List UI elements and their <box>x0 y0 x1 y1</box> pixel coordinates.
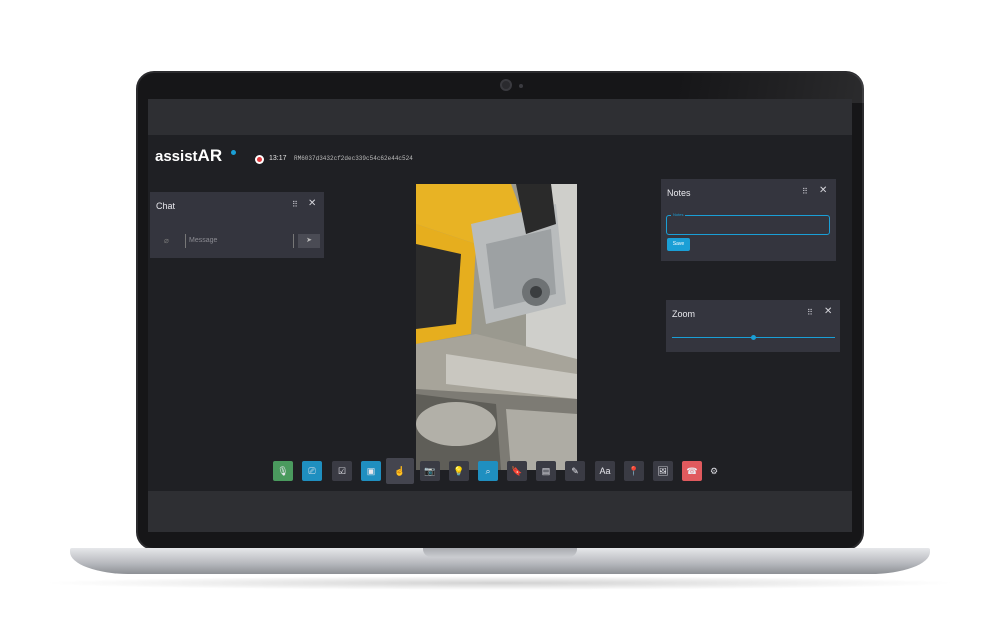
logo-accent-dot <box>231 150 236 155</box>
image-icon: 🖼 <box>657 466 669 476</box>
zoom-title: Zoom <box>672 309 696 319</box>
close-icon[interactable]: ✕ <box>308 198 316 209</box>
notes-title: Notes <box>667 188 691 198</box>
camera-icon: 📷 <box>424 466 436 476</box>
recording-icon <box>255 155 264 164</box>
bookmark-icon: 🔖 <box>511 466 523 476</box>
drag-handle-icon[interactable]: ⠿ <box>292 200 298 209</box>
zoom-panel: Zoom ⠿ ✕ <box>666 300 840 352</box>
pencil-button[interactable]: ✎ <box>565 461 585 481</box>
hang-up-button[interactable]: ☎ <box>682 461 702 481</box>
text-size-button[interactable]: Aa <box>595 461 615 481</box>
divider <box>185 234 186 248</box>
settings-icon[interactable]: ⚙ <box>710 466 718 477</box>
webcam <box>500 79 512 91</box>
drag-handle-icon[interactable]: ⠿ <box>807 308 813 317</box>
send-button[interactable]: ➤ <box>298 234 320 248</box>
text-size-icon: Aa <box>599 466 611 476</box>
assistar-logo: assistAR <box>155 146 222 166</box>
webcam-light <box>519 84 523 88</box>
zoom-slider-thumb[interactable] <box>751 335 756 340</box>
call-toolbar: 🎙 ⎚ ☑ ▣ ☝ 📷 💡 ⌕ 🔖 ▤ ✎ Aa 📍 🖼 ☎ ⚙ <box>148 458 852 484</box>
location-pin-button[interactable]: 📍 <box>624 461 644 481</box>
save-icon: ▣ <box>366 466 376 476</box>
camera-button[interactable]: 📷 <box>420 461 440 481</box>
message-input[interactable]: Message <box>189 237 217 244</box>
share-screen-button[interactable]: ⎚ <box>302 461 322 481</box>
location-pin-icon: 📍 <box>628 466 640 476</box>
notes-field-label: Notes <box>671 212 686 217</box>
image-button[interactable]: 🖼 <box>653 461 673 481</box>
laptop-shadow <box>40 576 960 590</box>
flashlight-button[interactable]: 💡 <box>449 461 469 481</box>
call-timer: 13:17 <box>269 155 287 162</box>
drag-handle-icon[interactable]: ⠿ <box>802 187 808 196</box>
flashlight-icon: 💡 <box>453 466 465 476</box>
chat-panel: Chat ⠿ ✕ ⌀ Message ➤ <box>150 192 324 258</box>
bookmark-button[interactable]: 🔖 <box>507 461 527 481</box>
hand-pointer-button[interactable]: ☝ <box>386 458 414 484</box>
zoom-icon: ⌕ <box>485 466 491 476</box>
assistar-app: assistAR 13:17 RM6037d3432cf2dec339c54c6… <box>148 135 852 491</box>
microphone-icon: 🎙 <box>277 466 289 476</box>
close-icon[interactable]: ✕ <box>824 306 832 317</box>
session-id: RM6037d3432cf2dec339c54c62e44c524 <box>294 155 413 162</box>
zoom-slider[interactable] <box>672 335 835 340</box>
paperclip-icon[interactable]: ⌀ <box>164 236 169 245</box>
zoom-button[interactable]: ⌕ <box>478 461 498 481</box>
close-icon[interactable]: ✕ <box>819 185 827 196</box>
pencil-icon: ✎ <box>571 466 579 476</box>
notes-field[interactable]: Notes <box>666 212 830 235</box>
laptop-screen: assistAR 13:17 RM6037d3432cf2dec339c54c6… <box>148 99 852 532</box>
save-button[interactable]: Save <box>667 238 690 251</box>
hang-up-icon: ☎ <box>686 466 698 476</box>
document-icon: ▤ <box>541 466 551 476</box>
send-icon: ➤ <box>306 237 312 244</box>
live-video-feed[interactable] <box>416 184 577 470</box>
chat-input-row: ⌀ Message ➤ <box>156 234 320 248</box>
logo-text-main: assist <box>155 148 198 165</box>
document-button[interactable]: ▤ <box>536 461 556 481</box>
checklist-icon: ☑ <box>337 466 347 476</box>
laptop-notch <box>423 548 577 557</box>
save-button[interactable]: ▣ <box>361 461 381 481</box>
microphone-button[interactable]: 🎙 <box>273 461 293 481</box>
video-frame-image <box>416 184 577 470</box>
checklist-button[interactable]: ☑ <box>332 461 352 481</box>
chat-title: Chat <box>156 201 176 211</box>
logo-text-ar: AR <box>197 146 223 165</box>
notes-panel: Notes ⠿ ✕ Notes Save <box>661 179 836 261</box>
divider <box>293 234 294 248</box>
share-screen-icon: ⎚ <box>308 466 316 476</box>
hand-pointer-icon: ☝ <box>394 466 406 476</box>
